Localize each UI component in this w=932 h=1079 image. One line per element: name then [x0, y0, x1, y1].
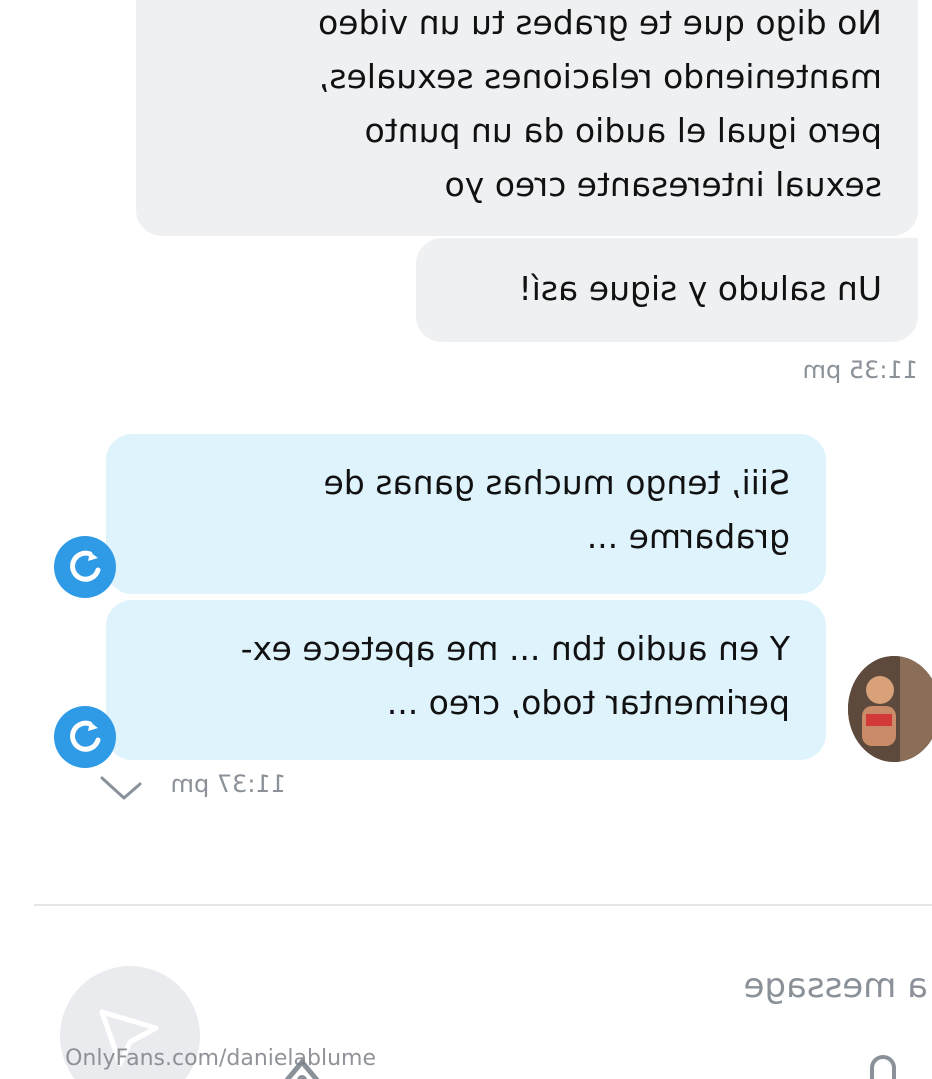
- microphone-icon[interactable]: [858, 1048, 908, 1079]
- received-message-bubble: No digo que te grabes tu un video manten…: [136, 0, 918, 236]
- message-line: Siii, tengo muchas ganas de: [323, 463, 790, 502]
- checkmark-icon: [100, 776, 142, 800]
- sent-message-bubble: Siii, tengo muchas ganas de grabarme ...: [106, 434, 826, 594]
- message-line: perimentar todo, creo ...: [386, 683, 790, 722]
- message-line: No digo que te grabes tu un video: [318, 3, 882, 42]
- message-line: Un saludo y sigue así!: [518, 269, 882, 308]
- message-line: manteniendo relaciones sexuales,: [318, 57, 882, 96]
- chat-screen: No digo que te grabes tu un video manten…: [0, 0, 932, 1079]
- message-line: pero igual el audio da un punto: [364, 111, 882, 150]
- retry-send-icon[interactable]: [54, 536, 116, 598]
- composer-divider: [34, 904, 932, 906]
- message-line: sexual interesante creo yo: [444, 165, 882, 204]
- sent-message-bubble: Y en audio tbn ... me apetece ex- perime…: [106, 600, 826, 760]
- message-timestamp: 11:37 pm: [170, 770, 286, 798]
- received-message-bubble: Un saludo y sigue así!: [416, 238, 918, 342]
- avatar[interactable]: [848, 656, 932, 762]
- message-line: Y en audio tbn ... me apetece ex-: [240, 629, 790, 668]
- retry-send-icon[interactable]: [54, 706, 116, 768]
- message-input[interactable]: a message: [744, 966, 928, 1006]
- message-line: grabarme ...: [586, 517, 790, 556]
- message-timestamp: 11:35 pm: [802, 356, 918, 384]
- watermark-text: OnlyFans.com/danielablume: [65, 1046, 376, 1071]
